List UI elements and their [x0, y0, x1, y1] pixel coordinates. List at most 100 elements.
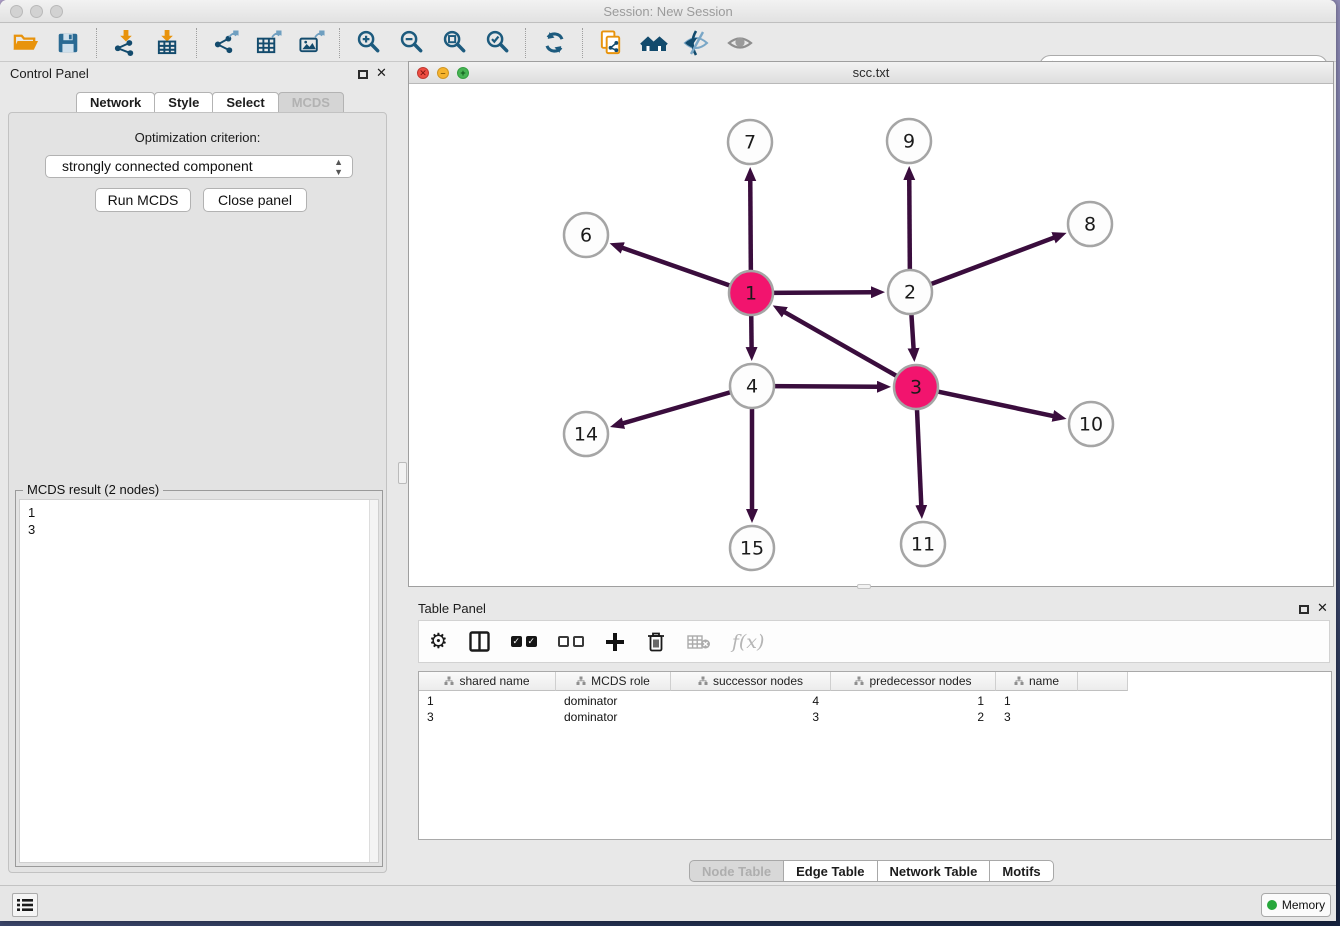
column-tree-icon [1014, 676, 1024, 686]
toggle-style-button[interactable] [682, 28, 712, 58]
node-table[interactable]: shared nameMCDS role successor nodes prede… [418, 671, 1332, 840]
network-canvas[interactable]: 1 2 3 4 6 7 8 9 10 11 14 15 [409, 84, 1333, 586]
zoom-selected-button[interactable] [482, 28, 512, 58]
tab-edge-table[interactable]: Edge Table [783, 860, 877, 882]
deselect-all-button[interactable] [558, 627, 584, 657]
close-panel-button[interactable]: Close panel [203, 188, 307, 212]
node-15[interactable]: 15 [730, 526, 774, 570]
import-table-button[interactable] [153, 28, 183, 58]
delete-row-button[interactable] [646, 627, 666, 657]
tab-network[interactable]: Network [76, 92, 155, 113]
clone-network-button[interactable] [596, 28, 626, 58]
node-8[interactable]: 8 [1068, 202, 1112, 246]
network-graph[interactable]: 1 2 3 4 6 7 8 9 10 11 14 15 [409, 84, 1333, 586]
split-columns-button[interactable] [469, 627, 490, 657]
node-10[interactable]: 10 [1069, 402, 1113, 446]
tab-node-table[interactable]: Node Table [689, 860, 784, 882]
table-cell[interactable]: 1 [996, 693, 1078, 709]
edge-2-8[interactable] [927, 237, 1055, 285]
close-table-panel-icon[interactable]: ✕ [1317, 600, 1328, 616]
node-2[interactable]: 2 [888, 270, 932, 314]
open-session-button[interactable] [10, 28, 40, 58]
column-header-predecessor-nodes[interactable]: predecessor nodes [831, 672, 996, 691]
apply-layout-button[interactable] [539, 28, 569, 58]
column-header-MCDS-role[interactable]: MCDS role [556, 672, 671, 691]
network-window-title: scc.txt [409, 62, 1333, 84]
table-row[interactable]: 3dominator323 [419, 709, 1078, 725]
tab-mcds[interactable]: MCDS [278, 92, 344, 113]
zoom-in-button[interactable] [353, 28, 383, 58]
table-cell[interactable]: 3 [996, 709, 1078, 725]
panel-divider-grip[interactable] [398, 462, 407, 484]
result-scrollbar[interactable] [369, 500, 378, 862]
export-table-button[interactable] [253, 28, 283, 58]
column-label: predecessor nodes [869, 674, 971, 688]
import-network-button[interactable] [110, 28, 140, 58]
select-all-button[interactable]: ✓✓ [511, 627, 537, 657]
apply-function-button[interactable]: f(x) [732, 627, 765, 657]
node-3[interactable]: 3 [894, 365, 938, 409]
edge-2-3[interactable] [911, 310, 913, 349]
node-7[interactable]: 7 [728, 120, 772, 164]
node-9[interactable]: 9 [887, 119, 931, 163]
node-label: 4 [746, 376, 758, 398]
tab-network-table[interactable]: Network Table [877, 860, 991, 882]
add-row-button[interactable] [605, 627, 625, 657]
edge-3-1[interactable] [784, 312, 900, 378]
main-toolbar [0, 24, 1336, 62]
network-window-titlebar[interactable]: ✕ – + scc.txt [409, 62, 1333, 84]
memory-button[interactable]: Memory [1261, 893, 1331, 917]
fit-content-button[interactable] [439, 28, 469, 58]
edge-4-3[interactable] [770, 386, 878, 387]
table-cell[interactable]: 1 [419, 693, 556, 709]
canvas-divider-grip[interactable] [857, 584, 871, 589]
export-image-button[interactable] [296, 28, 326, 58]
edge-2-9[interactable] [909, 179, 910, 274]
float-panel-icon[interactable] [358, 70, 368, 79]
edge-1-2[interactable] [769, 292, 872, 293]
table-cell[interactable]: 2 [831, 709, 996, 725]
edge-1-7[interactable] [750, 180, 751, 275]
tab-style[interactable]: Style [154, 92, 213, 113]
edge-3-10[interactable] [934, 391, 1054, 416]
node-4[interactable]: 4 [730, 364, 774, 408]
delete-column-button[interactable] [687, 627, 711, 657]
optimization-criterion-select[interactable]: strongly connected component ▲▼ [45, 155, 353, 178]
edge-3-11[interactable] [917, 405, 922, 506]
close-panel-icon[interactable]: ✕ [376, 65, 387, 81]
memory-label: Memory [1282, 898, 1325, 912]
zoom-out-button[interactable] [396, 28, 426, 58]
float-table-panel-icon[interactable] [1299, 605, 1309, 614]
table-cell[interactable]: dominator [556, 709, 671, 725]
table-cell[interactable]: 3 [419, 709, 556, 725]
save-session-button[interactable] [53, 28, 83, 58]
node-11[interactable]: 11 [901, 522, 945, 566]
import-table-icon [155, 29, 182, 56]
table-settings-button[interactable]: ⚙ [429, 627, 448, 657]
column-tree-icon [444, 676, 454, 686]
table-cell[interactable]: 3 [671, 709, 831, 725]
graphics-details-button[interactable] [725, 28, 755, 58]
node-label: 10 [1079, 414, 1103, 436]
edge-1-6[interactable] [622, 248, 734, 287]
tab-select[interactable]: Select [212, 92, 278, 113]
column-header-successor-nodes[interactable]: successor nodes [671, 672, 831, 691]
node-14[interactable]: 14 [564, 412, 608, 456]
table-cell[interactable]: dominator [556, 693, 671, 709]
home-button[interactable] [639, 28, 669, 58]
mcds-result-area[interactable]: 13 [19, 499, 379, 863]
table-row[interactable]: 1dominator411 [419, 693, 1078, 709]
run-mcds-button[interactable]: Run MCDS [95, 188, 191, 212]
task-history-button[interactable] [12, 893, 38, 917]
edge-4-14[interactable] [623, 391, 735, 423]
node-6[interactable]: 6 [564, 213, 608, 257]
column-label: successor nodes [713, 674, 803, 688]
column-header-shared-name[interactable]: shared name [419, 672, 556, 691]
node-1[interactable]: 1 [729, 271, 773, 315]
table-toolbar: ⚙ ✓✓ [418, 620, 1330, 663]
table-cell[interactable]: 4 [671, 693, 831, 709]
tab-motifs[interactable]: Motifs [989, 860, 1053, 882]
table-cell[interactable]: 1 [831, 693, 996, 709]
column-header-name[interactable]: name [996, 672, 1078, 691]
export-network-button[interactable] [210, 28, 240, 58]
